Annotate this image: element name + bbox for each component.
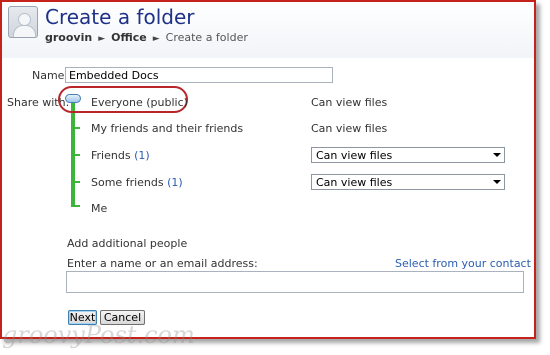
breadcrumb-item-current: Create a folder	[165, 31, 248, 44]
share-option-label: My friends and their friends	[91, 122, 244, 135]
slider-tick	[71, 205, 80, 207]
share-option-label: Me	[91, 202, 108, 215]
folder-name-input[interactable]	[65, 67, 333, 83]
add-people-heading: Add additional people	[67, 237, 188, 250]
some-friends-permission-select[interactable]: Can view files	[311, 174, 505, 190]
some-friends-count[interactable]: (1)	[167, 176, 183, 189]
breadcrumb-separator-icon: ►	[98, 34, 106, 44]
dropdown-arrow-icon	[493, 153, 501, 157]
share-option-everyone[interactable]: Everyone (public)	[91, 96, 188, 109]
create-folder-panel: Create a folder groovin ► Office ► Create a …	[0, 0, 536, 339]
dropdown-arrow-icon	[493, 180, 501, 184]
share-option-label: Some friends	[91, 176, 164, 189]
friends-count[interactable]: (1)	[134, 149, 150, 162]
permission-text: Can view files	[311, 96, 388, 109]
share-option-me[interactable]: Me	[91, 202, 107, 215]
friends-permission-select[interactable]: Can view files	[311, 147, 505, 163]
add-people-input[interactable]	[66, 271, 524, 293]
select-value: Can view files	[316, 149, 393, 162]
breadcrumb: groovin ► Office ► Create a folder	[45, 31, 248, 44]
share-option-friends-of-friends[interactable]: My friends and their friends	[91, 122, 243, 135]
avatar	[8, 6, 38, 38]
add-people-prompt: Enter a name or an email address:	[67, 257, 258, 270]
share-slider-track[interactable]	[71, 100, 75, 205]
slider-tick	[71, 181, 80, 183]
slider-tick	[71, 127, 80, 129]
name-label: Name:	[32, 69, 69, 82]
breadcrumb-separator-icon: ►	[152, 34, 160, 44]
select-value: Can view files	[316, 176, 393, 189]
page-title: Create a folder	[45, 5, 195, 29]
slider-tick	[71, 154, 80, 156]
share-option-label: Everyone (public)	[91, 96, 188, 109]
avatar-body-icon	[13, 25, 36, 37]
share-option-some-friends[interactable]: Some friends (1)	[91, 176, 183, 189]
breadcrumb-item-groovin[interactable]: groovin	[45, 31, 92, 44]
breadcrumb-item-office[interactable]: Office	[111, 31, 147, 44]
permission-text: Can view files	[311, 122, 388, 135]
contact-list-link[interactable]: Select from your contact list	[395, 257, 534, 270]
header: Create a folder groovin ► Office ► Create a …	[2, 2, 534, 58]
share-option-label: Friends	[91, 149, 131, 162]
watermark: groovyPost.com	[2, 321, 195, 349]
share-option-friends[interactable]: Friends (1)	[91, 149, 150, 162]
